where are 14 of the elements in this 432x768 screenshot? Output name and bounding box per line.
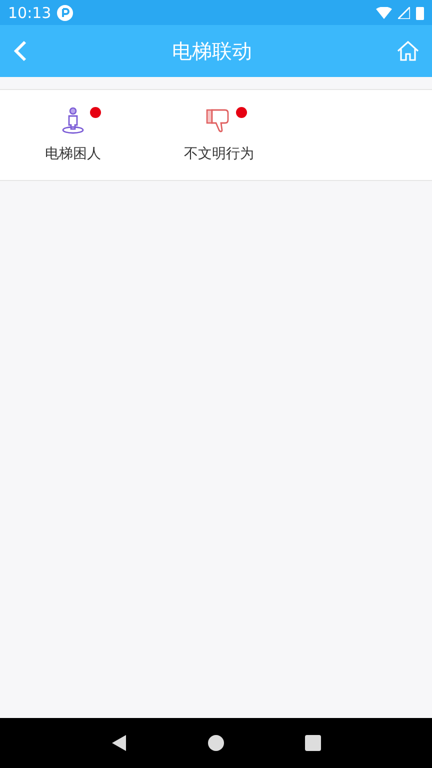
menu-item[interactable]: 不文明行为 [146, 97, 292, 173]
battery-icon [416, 6, 424, 20]
home-icon [396, 39, 420, 63]
triangle-back-icon [110, 734, 127, 752]
wifi-icon [376, 6, 392, 18]
signal-icon [398, 6, 410, 18]
status-time: 10:13 [8, 4, 52, 22]
square-recents-icon [305, 735, 322, 751]
menu-item[interactable]: 电梯困人 [0, 97, 146, 173]
page-title: 电梯联动 [172, 38, 252, 64]
chevron-left-icon [12, 40, 28, 62]
circle-home-icon [208, 735, 224, 751]
person-icon [61, 107, 85, 135]
app-notification-icon [57, 4, 74, 20]
